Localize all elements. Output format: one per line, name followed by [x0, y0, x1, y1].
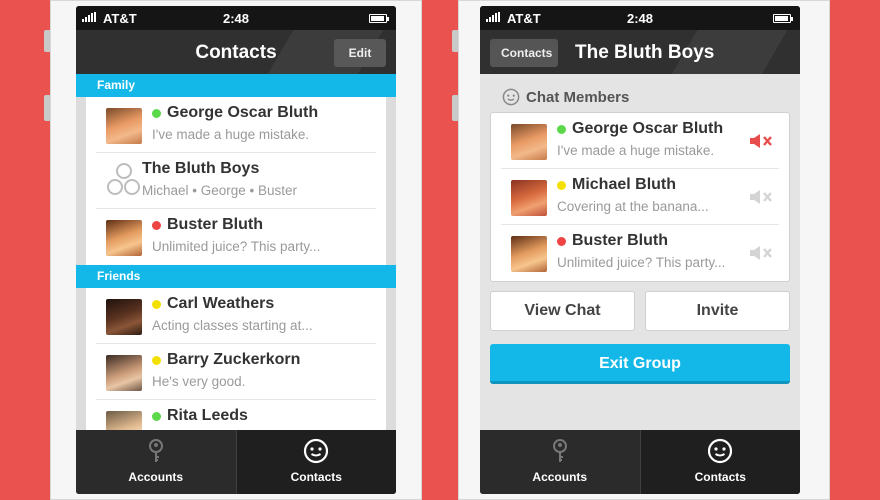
avatar [106, 411, 142, 430]
status-dot-icon [557, 236, 566, 246]
status-time: 2:48 [222, 11, 250, 26]
status-dot-icon [152, 411, 161, 421]
status-dot-icon [152, 108, 161, 118]
contact-name: The Bluth Boys [142, 160, 260, 177]
view-chat-button[interactable]: View Chat [490, 291, 635, 331]
volume-up-button [44, 95, 50, 121]
exit-group-button[interactable]: Exit Group [490, 344, 790, 384]
member-status-text: I've made a huge mistake. [557, 143, 715, 158]
nav-bar: Contacts Edit [76, 30, 396, 74]
smiley-icon [304, 438, 329, 464]
avatar [106, 108, 142, 144]
members-header: Chat Members [502, 88, 629, 106]
member-status-text: Unlimited juice? This party... [557, 255, 726, 270]
smiley-icon [708, 438, 733, 464]
status-dot-icon [152, 220, 161, 230]
battery-icon [369, 14, 389, 23]
tab-label: Accounts [128, 470, 184, 484]
battery-icon [773, 14, 793, 23]
status-bar: AT&T 2:48 [76, 6, 396, 30]
group-icon [106, 163, 142, 199]
member-status-text: Covering at the banana... [557, 199, 709, 214]
section-header-friends: Friends [76, 265, 396, 288]
avatar [106, 355, 142, 391]
invite-button[interactable]: Invite [645, 291, 790, 331]
key-icon [148, 439, 163, 462]
contact-status-text: Michael • George • Buster [142, 183, 298, 198]
mute-icon[interactable] [749, 189, 773, 205]
right-phone: AT&T 2:48 Contacts The Bluth Boys Chat M… [452, 0, 830, 500]
avatar [511, 236, 547, 272]
status-dot-icon [152, 299, 161, 309]
contact-row[interactable]: Rita Leeds [96, 400, 376, 430]
avatar [511, 124, 547, 160]
contact-row[interactable]: Carl Weathers Acting classes starting at… [96, 288, 376, 344]
page-title: The Bluth Boys [575, 42, 715, 63]
contact-row[interactable]: The Bluth Boys Michael • George • Buster [96, 153, 376, 209]
status-dot-icon [557, 180, 566, 190]
tab-contacts[interactable]: Contacts [639, 430, 800, 494]
contact-row[interactable]: George Oscar Bluth I've made a huge mist… [96, 97, 376, 153]
member-name: George Oscar Bluth [572, 120, 724, 137]
contact-status-text: Unlimited juice? This party... [152, 239, 321, 254]
volume-up-button [452, 95, 458, 121]
contacts-list[interactable]: Family George Oscar Bluth I've made a hu… [76, 74, 396, 430]
contact-name: Buster Bluth [167, 216, 263, 233]
member-row[interactable]: Buster Bluth Unlimited juice? This party… [501, 225, 779, 281]
member-name: Michael Bluth [572, 176, 677, 193]
contact-status-text: He's very good. [152, 374, 246, 389]
contact-name: George Oscar Bluth [167, 104, 319, 121]
status-bar: AT&T 2:48 [480, 6, 800, 30]
status-dot-icon [557, 124, 566, 134]
left-screen: AT&T 2:48 Contacts Edit Family George Os… [76, 6, 396, 494]
tab-accounts[interactable]: Accounts [76, 430, 236, 494]
right-screen: AT&T 2:48 Contacts The Bluth Boys Chat M… [480, 6, 800, 494]
left-phone: AT&T 2:48 Contacts Edit Family George Os… [44, 0, 422, 500]
tab-bar: Accounts Contacts [76, 430, 396, 494]
member-row[interactable]: Michael Bluth Covering at the banana... [501, 169, 779, 225]
tab-label: Contacts [694, 470, 746, 484]
tab-bar: Accounts Contacts [480, 430, 800, 494]
contact-name: Barry Zuckerkorn [167, 351, 301, 368]
member-name: Buster Bluth [572, 232, 668, 249]
mute-icon[interactable] [749, 245, 773, 261]
nav-bar: Contacts The Bluth Boys [480, 30, 800, 74]
mute-switch [44, 30, 50, 52]
avatar [106, 299, 142, 335]
status-time: 2:48 [626, 11, 654, 26]
mute-icon[interactable] [749, 133, 773, 149]
contact-status-text: I've made a huge mistake. [152, 127, 310, 142]
avatar [106, 220, 142, 256]
avatar [511, 180, 547, 216]
contact-name: Rita Leeds [167, 407, 248, 424]
key-icon [552, 439, 567, 462]
contact-status-text: Acting classes starting at... [152, 318, 313, 333]
tab-accounts[interactable]: Accounts [480, 430, 640, 494]
tab-label: Contacts [290, 470, 342, 484]
mute-switch [452, 30, 458, 52]
status-dot-icon [152, 355, 161, 365]
tab-contacts[interactable]: Contacts [235, 430, 396, 494]
group-detail: Chat Members George Oscar Bluth I've mad… [480, 74, 800, 430]
member-row[interactable]: George Oscar Bluth I've made a huge mist… [501, 113, 779, 169]
contact-name: Carl Weathers [167, 295, 275, 312]
members-card: George Oscar Bluth I've made a huge mist… [490, 112, 790, 282]
back-button[interactable]: Contacts [490, 39, 558, 67]
contact-row[interactable]: Buster Bluth Unlimited juice? This party… [96, 209, 376, 265]
tab-label: Accounts [532, 470, 588, 484]
edit-button[interactable]: Edit [334, 39, 386, 67]
members-label: Chat Members [526, 88, 630, 106]
section-header-family: Family [76, 74, 396, 97]
smiley-icon [502, 88, 520, 106]
contact-row[interactable]: Barry Zuckerkorn He's very good. [96, 344, 376, 400]
